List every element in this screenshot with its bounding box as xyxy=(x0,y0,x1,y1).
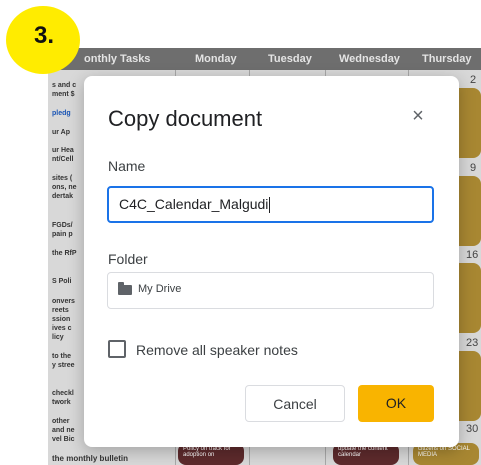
name-label: Name xyxy=(108,158,146,174)
sheet-header-tuesday: Tuesday xyxy=(268,53,312,65)
day-number: 30 xyxy=(466,423,479,435)
sheet-row-text: ment $ xyxy=(52,91,75,98)
sheet-row-text: sites ( xyxy=(52,175,73,182)
folder-icon xyxy=(118,282,132,295)
name-input-value: C4C_Calendar_Malgudi xyxy=(119,196,269,212)
dialog-title: Copy document xyxy=(108,106,263,131)
close-icon[interactable]: × xyxy=(406,104,430,128)
folder-picker[interactable]: My Drive xyxy=(107,272,434,309)
sheet-row-text: S Poli xyxy=(52,278,72,285)
day-number: 2 xyxy=(470,74,477,86)
sheet-row-text: other xyxy=(52,418,70,425)
sheet-row-text: FGDs/ xyxy=(52,222,73,229)
sheet-row-text: ssion xyxy=(52,316,71,323)
sheet-row-text: ur Hea xyxy=(52,147,74,154)
sheet-row-text: pain p xyxy=(52,231,73,238)
step-badge-label: 3. xyxy=(34,22,55,49)
sheet-row-text: onvers xyxy=(52,298,75,305)
copy-document-dialog: Copy document × Name C4C_Calendar_Malgud… xyxy=(84,76,459,447)
sheet-row-text: vel Bic xyxy=(52,436,75,443)
text-caret xyxy=(269,197,271,214)
sheet-row-text: the monthly bulletin xyxy=(52,454,128,463)
sheet-row-text: dertak xyxy=(52,193,74,200)
remove-speaker-notes-checkbox[interactable] xyxy=(108,340,126,358)
sheet-row-text: ur Ap xyxy=(52,129,71,136)
sheet-row-text: s and c xyxy=(52,82,77,89)
sheet-row-text: checkl xyxy=(52,390,74,397)
sheet-header-tasks: onthly Tasks xyxy=(84,53,151,65)
sheet-row-text: the RfP xyxy=(52,250,77,257)
folder-label: Folder xyxy=(108,251,148,267)
sheet-row-text: to the xyxy=(52,353,72,360)
sheet-row-text: y stree xyxy=(52,362,75,369)
sheet-row-text: ives c xyxy=(52,325,72,332)
remove-speaker-notes-label[interactable]: Remove all speaker notes xyxy=(136,342,298,358)
sheet-row-text: and ne xyxy=(52,427,75,434)
step-badge: 3. xyxy=(6,6,80,74)
ok-button[interactable]: OK xyxy=(358,385,434,422)
cancel-button[interactable]: Cancel xyxy=(245,385,345,422)
sheet-row-text: nt/Cell xyxy=(52,156,74,163)
folder-picker-value: My Drive xyxy=(138,283,182,295)
sheet-header-monday: Monday xyxy=(195,53,237,65)
sheet-row-text: licy xyxy=(52,334,64,341)
sheet-row-text: ons, ne xyxy=(52,184,77,191)
sheet-header-thursday: Thursday xyxy=(422,53,472,65)
sheet-header-wednesday: Wednesday xyxy=(339,53,400,65)
sheet-row-text: reets xyxy=(52,307,69,314)
day-number: 9 xyxy=(470,162,477,174)
day-number: 16 xyxy=(466,249,479,261)
sheet-header-row: onthly Tasks Monday Tuesday Wednesday Th… xyxy=(48,48,481,70)
day-number: 23 xyxy=(466,337,479,349)
sheet-row-text: twork xyxy=(52,399,71,406)
sheet-row-text: pledg xyxy=(52,110,71,117)
name-input[interactable]: C4C_Calendar_Malgudi xyxy=(107,186,434,223)
